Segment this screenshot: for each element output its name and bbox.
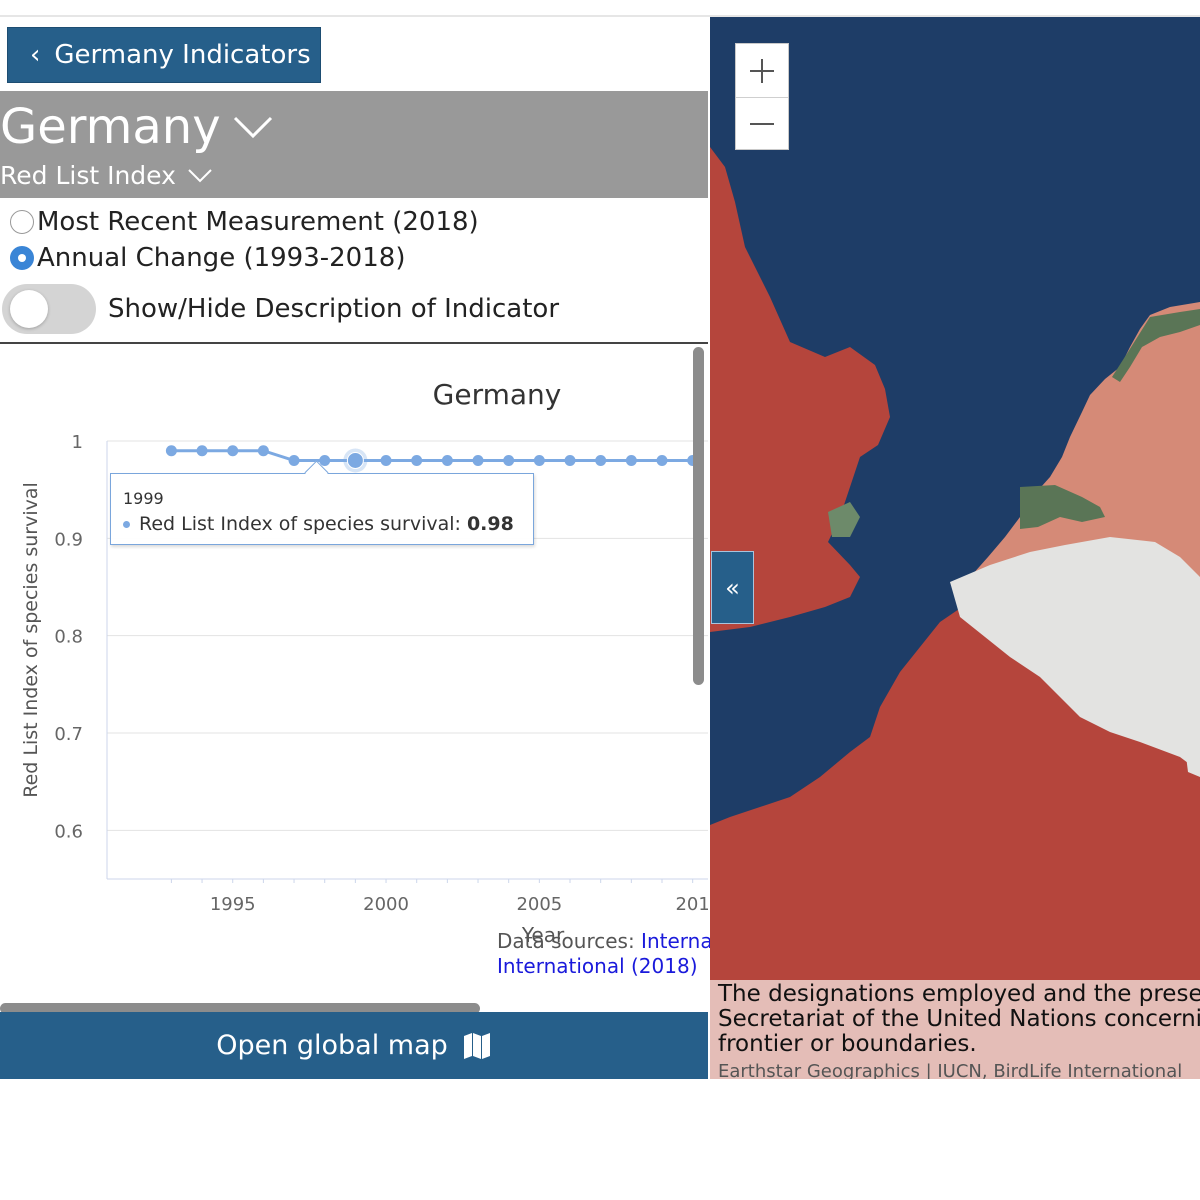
radio-most-recent[interactable] <box>10 210 34 234</box>
indicator-panel: ‹ Germany Indicators Germany Red List In… <box>0 17 710 1079</box>
chart-title: Germany <box>433 378 562 411</box>
tooltip-series-label: Red List Index of species survival: <box>139 513 461 535</box>
chevron-down-icon <box>233 116 272 139</box>
chevron-down-icon <box>188 168 212 182</box>
data-point <box>380 454 392 466</box>
description-toggle-row: Show/Hide Description of Indicator <box>2 284 559 334</box>
tooltip-year: 1999 <box>123 489 164 508</box>
map-attribution: Earthstar Geographics | IUCN, BirdLife I… <box>718 1061 1183 1079</box>
data-source-link-cont[interactable]: International (2018) <box>497 954 698 978</box>
x-tick-label: 1995 <box>210 894 256 915</box>
y-tick-label: 0.8 <box>54 627 83 648</box>
map-panel[interactable]: « The designations employed and the pres… <box>710 17 1200 1079</box>
y-tick-label: 0.9 <box>54 529 83 550</box>
y-tick-label: 1 <box>72 432 83 453</box>
indicator-name: Red List Index <box>0 161 176 190</box>
disclaimer-line-1: The designations employed and the presen… <box>718 981 1200 1007</box>
data-point <box>533 454 545 466</box>
data-point <box>257 445 269 457</box>
zoom-in-button[interactable] <box>736 44 788 97</box>
chart-tooltip: 1999 Red List Index of species survival:… <box>110 473 534 545</box>
data-sources-line-1: Data sources: Internat <box>497 929 710 954</box>
x-tick-label: 2005 <box>516 894 562 915</box>
zoom-control <box>735 43 789 150</box>
data-point <box>411 454 423 466</box>
disclaimer-line-2: Secretariat of the United Nations concer… <box>718 1006 1200 1032</box>
y-axis-label: Red List Index of species survival <box>20 482 42 798</box>
tooltip-row: Red List Index of species survival: 0.98 <box>123 513 521 535</box>
plus-icon <box>750 58 774 83</box>
option-annual-change[interactable]: Annual Change (1993-2018) <box>10 243 405 273</box>
data-point-highlight <box>346 451 364 469</box>
data-point <box>165 445 177 457</box>
toggle-knob <box>10 290 48 328</box>
x-tick-label: 2000 <box>363 894 409 915</box>
option-most-recent[interactable]: Most Recent Measurement (2018) <box>10 207 479 237</box>
double-chevron-left-icon: « <box>725 573 740 602</box>
open-global-map-button[interactable]: Open global map <box>0 1012 708 1079</box>
back-button[interactable]: ‹ Germany Indicators <box>7 27 321 83</box>
series-line <box>171 449 693 462</box>
zoom-out-button[interactable] <box>736 97 788 150</box>
open-map-label: Open global map <box>216 1030 448 1061</box>
country-name: Germany <box>0 99 221 155</box>
country-selector[interactable]: Germany <box>0 99 273 155</box>
x-tick-label: 201 <box>675 894 708 915</box>
data-point <box>441 454 453 466</box>
minus-icon <box>750 123 774 125</box>
data-point <box>196 445 208 457</box>
rli-chart: Germany10.90.80.70.61995 2000 2005 201YearR… <box>20 378 708 947</box>
data-point <box>503 454 515 466</box>
option-annual-change-label: Annual Change (1993-2018) <box>37 243 406 273</box>
disclaimer-line-3: frontier or boundaries. <box>718 1031 977 1057</box>
y-tick-label: 0.6 <box>54 821 83 842</box>
option-most-recent-label: Most Recent Measurement (2018) <box>37 207 479 237</box>
collapse-panel-button[interactable]: « <box>711 551 754 624</box>
data-sources-prefix: Data sources: <box>497 929 635 953</box>
series-marker-icon <box>123 520 130 528</box>
data-point <box>227 445 239 457</box>
country-header: Germany Red List Index <box>0 91 708 198</box>
data-point <box>288 454 300 466</box>
data-point <box>625 454 637 466</box>
map-icon <box>463 1032 490 1059</box>
data-point <box>564 454 576 466</box>
map-disclaimer: The designations employed and the presen… <box>710 980 1200 1079</box>
data-sources-line-2: International (2018) <box>497 954 710 979</box>
data-point <box>472 454 484 466</box>
map-canvas[interactable] <box>710 17 1200 1079</box>
data-sources: Data sources: Internat International (20… <box>497 929 710 979</box>
tooltip-value: 0.98 <box>466 513 514 535</box>
description-toggle[interactable] <box>2 284 96 334</box>
radio-annual-change[interactable] <box>10 246 34 270</box>
chevron-left-icon: ‹ <box>30 40 41 70</box>
data-source-link[interactable]: Internat <box>641 929 710 953</box>
y-tick-label: 0.7 <box>54 724 83 745</box>
data-point <box>595 454 607 466</box>
toggle-label: Show/Hide Description of Indicator <box>108 294 560 324</box>
indicator-selector[interactable]: Red List Index <box>0 161 212 190</box>
back-button-label: Germany Indicators <box>54 40 311 70</box>
data-point <box>656 454 668 466</box>
vertical-scrollbar[interactable] <box>693 347 704 685</box>
